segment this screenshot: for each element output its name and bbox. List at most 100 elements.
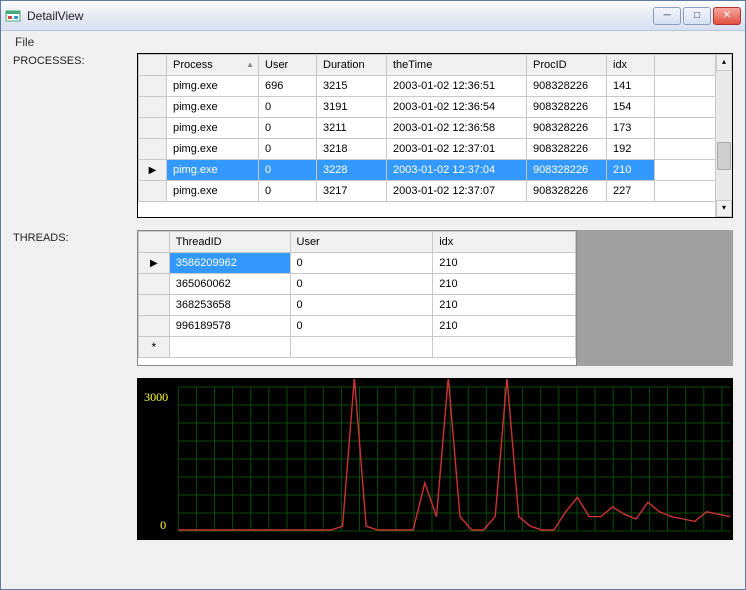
cell-user[interactable]: 0	[259, 181, 317, 202]
col-thr-idx[interactable]: idx	[433, 232, 576, 253]
table-row[interactable]: pimg.exe69632152003-01-02 12:36:51908328…	[139, 76, 732, 97]
table-row[interactable]: 3682536580210	[139, 295, 576, 316]
cell-idx[interactable]: 173	[607, 118, 655, 139]
row-header[interactable]	[139, 97, 167, 118]
cell-duration[interactable]: 3211	[317, 118, 387, 139]
row-header[interactable]: ▶	[139, 160, 167, 181]
cell-user[interactable]: 0	[290, 295, 433, 316]
cell-idx[interactable]: 210	[433, 274, 576, 295]
cell-threadid[interactable]: 365060062	[169, 274, 290, 295]
cell-thetime[interactable]: 2003-01-02 12:36:51	[387, 76, 527, 97]
table-row[interactable]: ▶ 35862099620210	[139, 253, 576, 274]
processes-label: PROCESSES:	[13, 53, 133, 218]
menu-file[interactable]: File	[9, 33, 40, 51]
scroll-up-button[interactable]: ▴	[716, 54, 732, 71]
cell-thetime[interactable]: 2003-01-02 12:37:07	[387, 181, 527, 202]
table-row[interactable]: pimg.exe032182003-01-02 12:37:0190832822…	[139, 139, 732, 160]
processes-header-row: Process▲ User Duration theTime ProcID id…	[139, 55, 732, 76]
row-header[interactable]	[139, 295, 170, 316]
cell-idx[interactable]: 210	[433, 295, 576, 316]
cell-idx[interactable]: 141	[607, 76, 655, 97]
table-row[interactable]: 3650600620210	[139, 274, 576, 295]
threads-grid[interactable]: ThreadID User idx ▶358620996202103650600…	[137, 230, 577, 366]
table-row[interactable]: pimg.exe032112003-01-02 12:36:5890832822…	[139, 118, 732, 139]
cell-user[interactable]: 0	[259, 139, 317, 160]
window-title: DetailView	[27, 9, 653, 23]
cell-thetime[interactable]: 2003-01-02 12:37:01	[387, 139, 527, 160]
cell-duration[interactable]: 3217	[317, 181, 387, 202]
col-threadid[interactable]: ThreadID	[169, 232, 290, 253]
row-header[interactable]	[139, 274, 170, 295]
table-row[interactable]: 9961895780210	[139, 316, 576, 337]
processes-grid[interactable]: Process▲ User Duration theTime ProcID id…	[137, 53, 733, 218]
current-row-icon: ▶	[150, 258, 158, 269]
table-row[interactable]: ▶ pimg.exe032282003-01-02 12:37:049083282…	[139, 160, 732, 181]
new-row[interactable]: *	[139, 337, 576, 358]
cell-process[interactable]: pimg.exe	[167, 118, 259, 139]
col-process[interactable]: Process▲	[167, 55, 259, 76]
cell-procid[interactable]: 908328226	[527, 139, 607, 160]
row-header[interactable]: ▶	[139, 253, 170, 274]
col-procid[interactable]: ProcID	[527, 55, 607, 76]
cell-user[interactable]: 0	[259, 118, 317, 139]
cell-procid[interactable]: 908328226	[527, 160, 607, 181]
col-idx[interactable]: idx	[607, 55, 655, 76]
cell-threadid[interactable]: 368253658	[169, 295, 290, 316]
row-header[interactable]	[139, 316, 170, 337]
cell-idx[interactable]: 192	[607, 139, 655, 160]
cell-thetime[interactable]: 2003-01-02 12:36:54	[387, 97, 527, 118]
row-header[interactable]	[139, 139, 167, 160]
cell-idx[interactable]: 154	[607, 97, 655, 118]
cell-process[interactable]: pimg.exe	[167, 97, 259, 118]
cell-user[interactable]: 696	[259, 76, 317, 97]
new-row-icon[interactable]: *	[139, 337, 170, 358]
cell-idx[interactable]: 210	[433, 253, 576, 274]
cell-duration[interactable]: 3191	[317, 97, 387, 118]
cell-process[interactable]: pimg.exe	[167, 160, 259, 181]
current-row-icon: ▶	[149, 165, 157, 176]
row-header-corner[interactable]	[139, 232, 170, 253]
cell-idx[interactable]: 210	[607, 160, 655, 181]
row-header-corner[interactable]	[139, 55, 167, 76]
cell-user[interactable]: 0	[290, 253, 433, 274]
row-header[interactable]	[139, 76, 167, 97]
col-thetime[interactable]: theTime	[387, 55, 527, 76]
cell-idx[interactable]: 210	[433, 316, 576, 337]
scroll-down-button[interactable]: ▾	[716, 200, 732, 217]
row-header[interactable]	[139, 118, 167, 139]
table-row[interactable]: pimg.exe031912003-01-02 12:36:5490832822…	[139, 97, 732, 118]
cell-thetime[interactable]: 2003-01-02 12:37:04	[387, 160, 527, 181]
close-button[interactable]: ✕	[713, 7, 741, 25]
app-window: DetailView ─ □ ✕ File PROCESSES: Process…	[0, 0, 746, 590]
cell-duration[interactable]: 3228	[317, 160, 387, 181]
cell-procid[interactable]: 908328226	[527, 97, 607, 118]
cell-procid[interactable]: 908328226	[527, 181, 607, 202]
cell-user[interactable]: 0	[290, 316, 433, 337]
threads-header-row: ThreadID User idx	[139, 232, 576, 253]
cell-process[interactable]: pimg.exe	[167, 181, 259, 202]
minimize-button[interactable]: ─	[653, 7, 681, 25]
cell-user[interactable]: 0	[259, 97, 317, 118]
chart: 3000 0	[137, 378, 733, 540]
col-user[interactable]: User	[259, 55, 317, 76]
col-thr-user[interactable]: User	[290, 232, 433, 253]
cell-procid[interactable]: 908328226	[527, 118, 607, 139]
cell-threadid[interactable]: 3586209962	[169, 253, 290, 274]
titlebar[interactable]: DetailView ─ □ ✕	[1, 1, 745, 31]
col-duration[interactable]: Duration	[317, 55, 387, 76]
cell-duration[interactable]: 3218	[317, 139, 387, 160]
cell-threadid[interactable]: 996189578	[169, 316, 290, 337]
cell-thetime[interactable]: 2003-01-02 12:36:58	[387, 118, 527, 139]
row-header[interactable]	[139, 181, 167, 202]
table-row[interactable]: pimg.exe032172003-01-02 12:37:0790832822…	[139, 181, 732, 202]
scroll-thumb[interactable]	[717, 142, 731, 170]
cell-process[interactable]: pimg.exe	[167, 76, 259, 97]
processes-scrollbar[interactable]: ▴ ▾	[715, 54, 732, 217]
cell-user[interactable]: 0	[259, 160, 317, 181]
maximize-button[interactable]: □	[683, 7, 711, 25]
cell-idx[interactable]: 227	[607, 181, 655, 202]
cell-process[interactable]: pimg.exe	[167, 139, 259, 160]
cell-duration[interactable]: 3215	[317, 76, 387, 97]
cell-procid[interactable]: 908328226	[527, 76, 607, 97]
cell-user[interactable]: 0	[290, 274, 433, 295]
